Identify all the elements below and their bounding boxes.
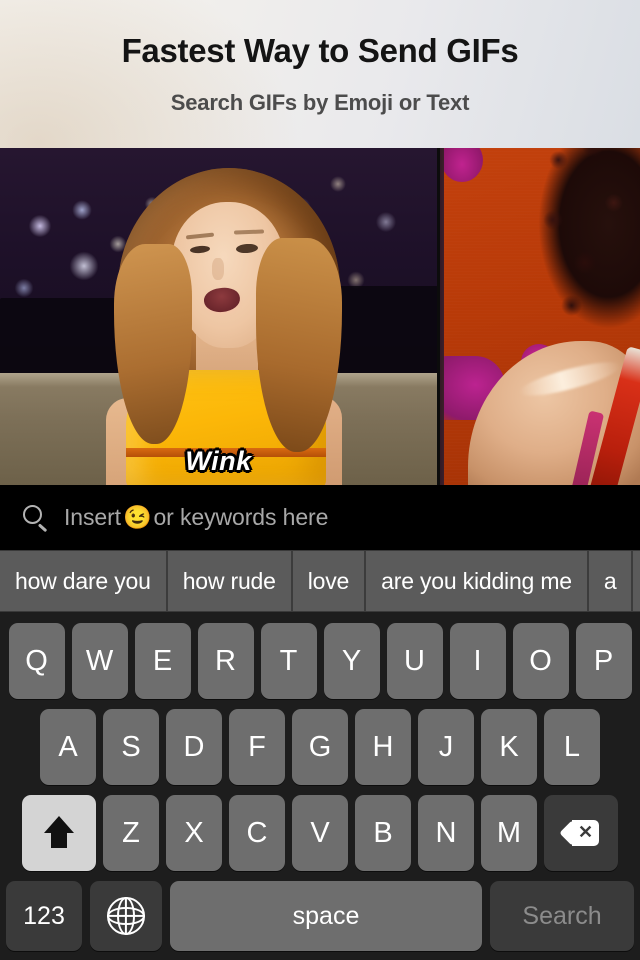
keyboard-row-4: 123 space Search: [0, 880, 640, 952]
gif1-caption: Wink: [185, 446, 252, 476]
gif-thumbnail-2: [437, 148, 640, 485]
gif-result-2[interactable]: [437, 148, 640, 485]
keyboard-row-3: Z X C V B N M ✕: [0, 794, 640, 872]
key-q[interactable]: Q: [8, 623, 65, 699]
key-l[interactable]: L: [544, 709, 600, 785]
globe-icon: [107, 897, 145, 935]
key-m[interactable]: M: [481, 795, 537, 871]
suggestion-item-1[interactable]: how rude: [168, 551, 293, 611]
key-s[interactable]: S: [103, 709, 159, 785]
key-d[interactable]: D: [166, 709, 222, 785]
key-a[interactable]: A: [40, 709, 96, 785]
key-z[interactable]: Z: [103, 795, 159, 871]
key-y[interactable]: Y: [323, 623, 380, 699]
globe-key[interactable]: [90, 881, 162, 951]
key-i[interactable]: I: [449, 623, 506, 699]
key-e[interactable]: E: [134, 623, 191, 699]
key-x[interactable]: X: [166, 795, 222, 871]
key-j[interactable]: J: [418, 709, 474, 785]
search-bar[interactable]: Insert 😉 or keywords here: [0, 485, 640, 550]
key-h[interactable]: H: [355, 709, 411, 785]
gif-thumbnail-1: Wink: [0, 148, 437, 485]
gif-results-strip[interactable]: Wink: [0, 148, 640, 485]
gif-divider: [437, 148, 440, 485]
keyboard-row-2: A S D F G H J K L: [0, 708, 640, 786]
search-input-placeholder[interactable]: Insert 😉 or keywords here: [64, 504, 328, 531]
key-p[interactable]: P: [575, 623, 632, 699]
key-w[interactable]: W: [71, 623, 128, 699]
key-k[interactable]: K: [481, 709, 537, 785]
page-subtitle: Search GIFs by Emoji or Text: [170, 90, 470, 115]
numbers-key[interactable]: 123: [6, 881, 82, 951]
header-banner: Fastest Way to Send GIFs Search GIFs by …: [0, 0, 640, 148]
key-u[interactable]: U: [386, 623, 443, 699]
key-f[interactable]: F: [229, 709, 285, 785]
search-key[interactable]: Search: [490, 881, 634, 951]
backspace-key[interactable]: ✕: [544, 795, 618, 871]
key-b[interactable]: B: [355, 795, 411, 871]
space-key[interactable]: space: [170, 881, 482, 951]
search-placeholder-after: or keywords here: [153, 504, 329, 530]
backspace-icon: ✕: [563, 820, 599, 846]
key-n[interactable]: N: [418, 795, 474, 871]
keyboard-row-1: Q W E R T Y U I O P: [0, 622, 640, 700]
suggestion-strip[interactable]: how dare you how rude love are you kiddi…: [0, 550, 640, 612]
search-placeholder-before: Insert: [64, 504, 121, 530]
page-title: Fastest Way to Send GIFs: [121, 32, 519, 69]
gif-result-1[interactable]: Wink: [0, 148, 437, 485]
key-c[interactable]: C: [229, 795, 285, 871]
wink-emoji-icon: 😉: [122, 504, 152, 530]
suggestion-item-2[interactable]: love: [293, 551, 367, 611]
key-r[interactable]: R: [197, 623, 254, 699]
key-v[interactable]: V: [292, 795, 348, 871]
key-o[interactable]: O: [512, 623, 569, 699]
suggestion-item-3[interactable]: are you kidding me: [366, 551, 589, 611]
suggestion-item-4[interactable]: a: [589, 551, 634, 611]
suggestion-item-0[interactable]: how dare you: [0, 551, 168, 611]
gif-keyboard-app: Fastest Way to Send GIFs Search GIFs by …: [0, 0, 640, 960]
shift-key[interactable]: [22, 795, 96, 871]
gif2-curly-hair: [532, 148, 640, 344]
search-icon: [22, 504, 50, 532]
key-t[interactable]: T: [260, 623, 317, 699]
on-screen-keyboard: Q W E R T Y U I O P A S D F G H J K L Z: [0, 612, 640, 960]
key-g[interactable]: G: [292, 709, 348, 785]
gif1-nose: [212, 258, 224, 280]
